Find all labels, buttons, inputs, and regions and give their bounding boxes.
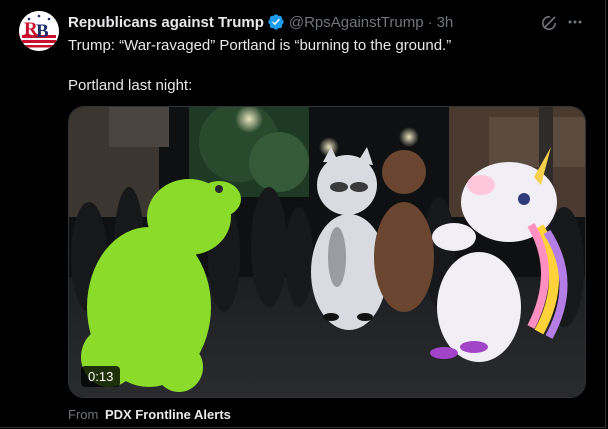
timestamp[interactable]: 3h	[437, 14, 454, 31]
tweet-header: Republicans against Trump @RpsAgainstTru…	[68, 12, 588, 32]
grok-icon[interactable]	[540, 14, 558, 32]
verified-badge-icon	[267, 13, 285, 31]
video-duration: 0:13	[81, 366, 121, 387]
tweet-card: R B Republicans against Trump @RpsAgains…	[0, 0, 606, 428]
video-frame	[69, 107, 585, 397]
attribution-source-link[interactable]: PDX Frontline Alerts	[105, 407, 231, 422]
more-options-icon[interactable]	[566, 13, 584, 31]
avatar[interactable]: R B	[19, 11, 59, 51]
tweet-text: Trump: “War-ravaged” Portland is “burnin…	[68, 36, 588, 96]
tweet-text-line-2: Portland last night:	[68, 77, 193, 94]
video-player[interactable]: 0:13	[68, 106, 586, 398]
media-attribution: From PDX Frontline Alerts	[68, 407, 231, 422]
attribution-prefix: From	[68, 407, 99, 422]
svg-text:B: B	[36, 21, 49, 42]
separator-dot: ·	[427, 13, 433, 31]
tweet-text-line-1: Trump: “War-ravaged” Portland is “burnin…	[68, 37, 452, 54]
display-name[interactable]: Republicans against Trump	[68, 14, 264, 31]
handle[interactable]: @RpsAgainstTrump	[289, 14, 424, 31]
avatar-logo-icon: R B	[19, 11, 59, 51]
